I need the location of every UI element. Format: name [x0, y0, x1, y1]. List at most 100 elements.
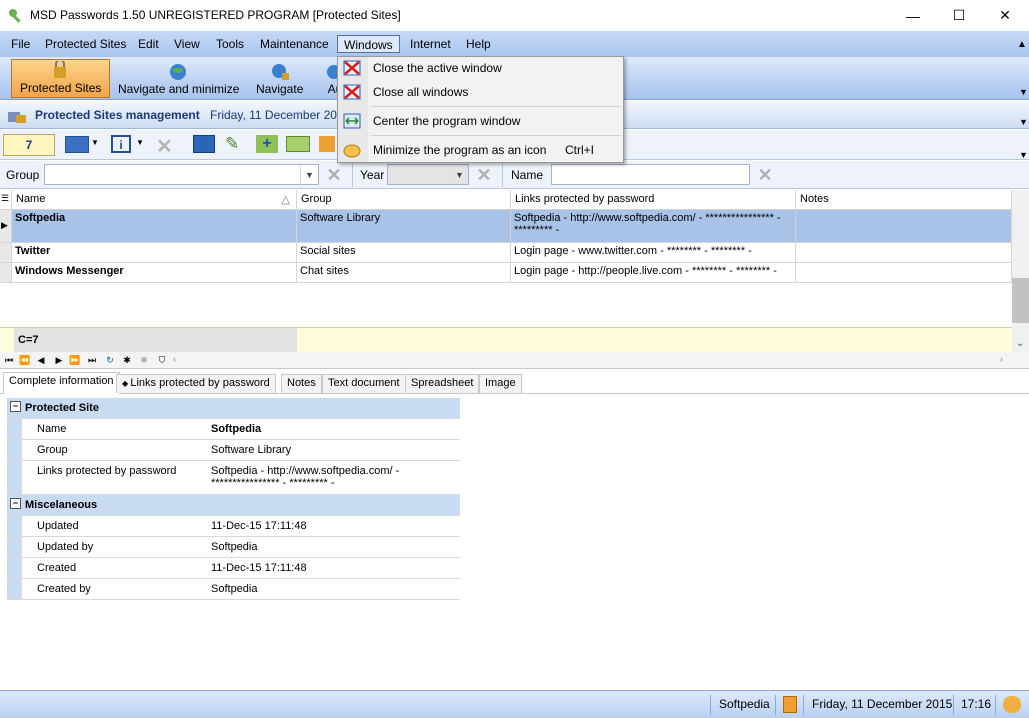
filter-icon[interactable]: ⛉	[155, 353, 169, 367]
scroll-right-icon[interactable]: ›	[1000, 354, 1003, 364]
property-row[interactable]: Group Software Library	[7, 440, 460, 461]
tab-links-protected-label: Links protected by password	[130, 377, 270, 389]
grid-vertical-scrollbar[interactable]: ⌄	[1012, 190, 1029, 353]
monitor-icon[interactable]	[193, 135, 215, 153]
first-record-icon[interactable]: ⏮	[2, 353, 16, 367]
column-header-notes[interactable]: Notes	[796, 190, 1012, 210]
grid-view-dropdown-icon[interactable]: ▼	[91, 138, 99, 147]
globe-navigate-icon	[169, 64, 186, 80]
grid-view-icon[interactable]	[65, 136, 89, 153]
prev-record-icon[interactable]: ◀	[34, 353, 48, 367]
menu-bar: File Protected Sites Edit View Tools Mai…	[0, 31, 1029, 57]
clear-year-icon[interactable]: ✕	[473, 165, 495, 185]
tab-spreadsheet[interactable]: Spreadsheet	[405, 374, 480, 393]
clear-group-icon[interactable]: ✕	[323, 165, 345, 185]
menu-separator	[371, 106, 621, 107]
scroll-left-icon[interactable]: ‹	[173, 354, 176, 364]
menu-item-close-all[interactable]: Close all windows	[338, 81, 623, 103]
detail-tabs: Complete information ◆ Links protected b…	[0, 372, 1029, 394]
tab-text-document[interactable]: Text document	[322, 374, 406, 393]
name-filter-input[interactable]	[551, 164, 750, 185]
next-record-icon[interactable]: ▶	[52, 353, 66, 367]
scrollbar-thumb[interactable]	[1012, 278, 1029, 323]
menu-separator	[371, 135, 621, 136]
next-page-icon[interactable]: ⏩	[68, 353, 82, 367]
property-label: Updated by	[37, 541, 94, 553]
insert-icon[interactable]: ✱	[120, 353, 134, 367]
menu-item-close-active[interactable]: Close the active window	[338, 57, 623, 79]
status-separator	[803, 695, 804, 715]
tab-complete-information[interactable]: Complete information	[3, 372, 120, 394]
sites-grid: ☰ Name △ Group Links protected by passwor…	[0, 190, 1012, 327]
tab-links-protected[interactable]: ◆ Links protected by password	[116, 374, 276, 393]
last-record-icon[interactable]: ⏭	[85, 353, 99, 367]
column-header-group[interactable]: Group	[297, 190, 511, 210]
section-overflow-icon[interactable]: ▼	[1019, 117, 1028, 127]
menu-windows[interactable]: Windows	[337, 35, 400, 53]
navigate-button[interactable]: Navigate	[248, 59, 311, 98]
group-dropdown-icon[interactable]: ▼	[300, 165, 318, 184]
menu-tools[interactable]: Tools	[210, 35, 250, 53]
navigate-minimize-button[interactable]: Navigate and minimize	[110, 59, 247, 98]
table-row[interactable]: Windows Messenger Chat sites Login page …	[0, 263, 1012, 283]
close-all-windows-icon	[343, 84, 361, 100]
lock-status-icon[interactable]	[783, 696, 797, 713]
row-indicator: ▶	[0, 210, 12, 243]
protected-sites-button[interactable]: Protected Sites	[11, 59, 111, 98]
delete-record-icon[interactable]: ✱	[137, 353, 151, 367]
menu-edit[interactable]: Edit	[132, 35, 165, 53]
edit-icon[interactable]: ✎	[225, 134, 247, 154]
tab-image[interactable]: Image	[479, 374, 522, 393]
property-row[interactable]: Created by Softpedia	[7, 579, 460, 600]
folder-icon[interactable]	[286, 136, 310, 152]
column-header-name[interactable]: Name △	[12, 190, 297, 210]
menu-maintenance[interactable]: Maintenance	[254, 35, 335, 53]
table-row[interactable]: Twitter Social sites Login page - www.tw…	[0, 243, 1012, 263]
delete-icon[interactable]: ✕	[156, 134, 173, 159]
property-value: 11-Dec-15 17:11:48	[211, 562, 307, 574]
collapse-icon[interactable]: −	[10, 498, 21, 509]
category-protected-site[interactable]: − Protected Site	[7, 398, 460, 419]
maximize-button[interactable]: ☐	[936, 0, 982, 31]
close-button[interactable]: ✕	[982, 0, 1028, 31]
prev-page-icon[interactable]: ⏪	[18, 353, 32, 367]
menu-item-center-window[interactable]: Center the program window	[338, 110, 623, 132]
refresh-icon[interactable]: ↻	[103, 353, 117, 367]
add-icon[interactable]: +	[256, 135, 278, 153]
cell-links: Softpedia - http://www.softpedia.com/ - …	[511, 210, 796, 243]
year-dropdown-icon[interactable]: ▼	[450, 165, 468, 184]
scroll-down-icon[interactable]: ⌄	[1016, 338, 1024, 349]
year-filter-combo[interactable]: ▼	[387, 164, 469, 185]
menu-file[interactable]: File	[5, 35, 36, 53]
row-indicator-header[interactable]: ☰	[0, 190, 12, 210]
property-row[interactable]: Links protected by password Softpedia - h…	[7, 461, 460, 495]
info-dropdown-icon[interactable]: ▼	[136, 138, 144, 147]
toolbar-overflow-icon[interactable]: ▼	[1019, 87, 1028, 97]
export-icon[interactable]	[319, 136, 335, 152]
property-row[interactable]: Created 11-Dec-15 17:11:48	[7, 558, 460, 579]
menu-internet[interactable]: Internet	[404, 35, 457, 53]
category-miscelaneous[interactable]: − Miscelaneous	[7, 495, 460, 516]
clear-name-icon[interactable]: ✕	[754, 165, 776, 185]
table-row[interactable]: ▶ Softpedia Software Library Softpedia -…	[0, 210, 1012, 243]
menubar-overflow-icon[interactable]: ▲	[1017, 39, 1027, 50]
menu-help[interactable]: Help	[460, 35, 497, 53]
group-filter-combo[interactable]: ▼	[44, 164, 319, 185]
menu-item-minimize-icon[interactable]: Minimize the program as an icon Ctrl+I	[338, 139, 623, 161]
cell-notes	[796, 263, 1012, 283]
property-row[interactable]: Updated 11-Dec-15 17:11:48	[7, 516, 460, 537]
column-header-links[interactable]: Links protected by password	[511, 190, 796, 210]
cell-notes	[796, 243, 1012, 263]
info-icon[interactable]: i	[111, 135, 131, 153]
record-toolbar-overflow-icon[interactable]: ▼	[1019, 150, 1028, 160]
collapse-icon[interactable]: −	[10, 401, 21, 412]
tab-notes[interactable]: Notes	[281, 374, 322, 393]
cell-group: Chat sites	[297, 263, 511, 283]
property-row[interactable]: Name Softpedia	[7, 419, 460, 440]
menu-view[interactable]: View	[168, 35, 206, 53]
property-row[interactable]: Updated by Softpedia	[7, 537, 460, 558]
menu-protected-sites[interactable]: Protected Sites	[39, 35, 132, 53]
cell-notes	[796, 210, 1012, 243]
tray-icon[interactable]	[1003, 696, 1021, 713]
minimize-button[interactable]: —	[890, 0, 936, 31]
